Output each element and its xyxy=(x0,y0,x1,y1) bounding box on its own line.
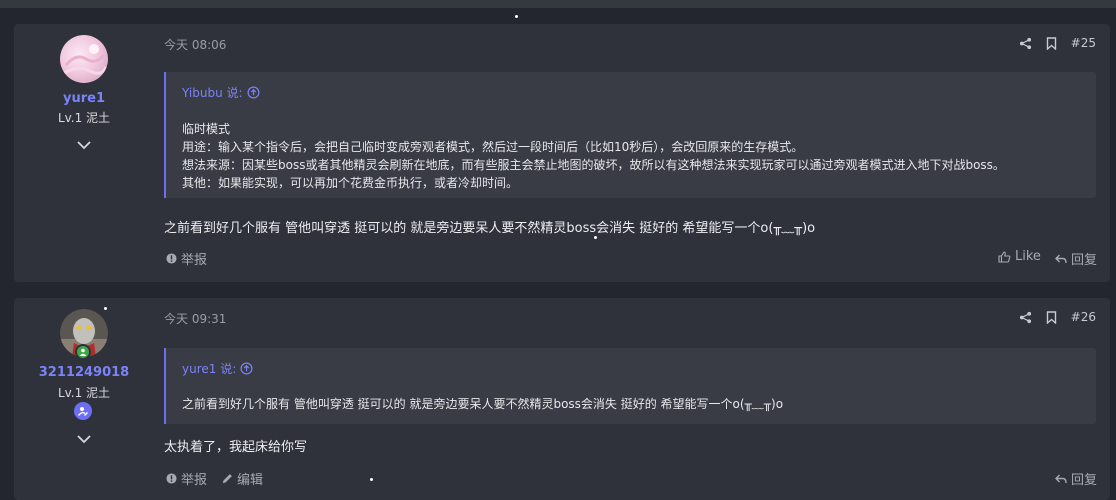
quote-header[interactable]: yure1 说: xyxy=(182,360,253,377)
bookmark-icon[interactable] xyxy=(1046,36,1057,50)
like-label: Like xyxy=(1015,249,1041,264)
post-card: yure1 Lv.1 泥土 今天 08:06 #25 Yibubu 说: 临时模… xyxy=(14,24,1110,282)
user-edit-badge-icon xyxy=(74,402,92,420)
quote-line: 想法来源：因某些boss或者其他精灵会刷新在地底，而有些服主会禁止地图的破坏，故… xyxy=(182,158,1005,172)
decor-dot xyxy=(594,236,597,239)
decor-dot xyxy=(370,478,373,481)
chevron-down-icon[interactable] xyxy=(76,434,92,444)
avatar[interactable] xyxy=(60,309,108,360)
reply-button[interactable]: 回复 xyxy=(1055,469,1097,488)
post-actions: #26 xyxy=(1019,310,1096,324)
report-label: 举报 xyxy=(181,473,208,488)
decor-dot xyxy=(515,15,518,18)
report-button[interactable]: 举报 xyxy=(166,469,207,488)
post-author-panel: 3211249018 Lv.1 泥土 xyxy=(14,298,154,500)
quote-author[interactable]: yure1 说: xyxy=(182,360,236,377)
edit-label: 编辑 xyxy=(237,473,264,488)
post-time[interactable]: 今天 09:31 xyxy=(164,310,226,327)
post-actions: #25 xyxy=(1019,36,1096,50)
post-card: 3211249018 Lv.1 泥土 今天 09:31 #26 yure1 说: xyxy=(14,298,1110,500)
user-icon xyxy=(79,348,87,356)
arrow-up-circle-icon[interactable] xyxy=(240,362,253,375)
reply-label: 回复 xyxy=(1071,253,1098,268)
post-content: 太执着了，我起床给你写 xyxy=(164,440,308,455)
post-number[interactable]: #25 xyxy=(1071,36,1096,50)
thumbs-up-icon xyxy=(998,250,1011,263)
pencil-icon xyxy=(222,474,232,484)
decor-dot xyxy=(104,307,107,310)
avatar[interactable] xyxy=(60,35,108,83)
post-time[interactable]: 今天 08:06 xyxy=(164,36,226,53)
reply-button[interactable]: 回复 xyxy=(1055,249,1097,268)
username[interactable]: 3211249018 xyxy=(14,365,154,380)
quote-line: 用途：输入某个指令后，会把自己临时变成旁观者模式，然后过一段时间后（比如10秒后… xyxy=(182,140,804,154)
reply-icon xyxy=(1055,254,1067,263)
post-author-panel: yure1 Lv.1 泥土 xyxy=(14,24,154,282)
online-badge xyxy=(75,344,91,360)
quote-author[interactable]: Yibubu 说: xyxy=(182,84,243,101)
bookmark-icon[interactable] xyxy=(1046,310,1057,324)
top-bar xyxy=(0,0,1116,8)
share-icon[interactable] xyxy=(1019,311,1032,324)
quote-line: 之前看到好几个服有 管他叫穿透 挺可以的 就是旁边要呆人要不然精灵boss会消失… xyxy=(182,397,784,411)
report-label: 举报 xyxy=(181,253,208,268)
quote-block: Yibubu 说: 临时模式 用途：输入某个指令后，会把自己临时变成旁观者模式，… xyxy=(164,72,1096,198)
user-level: Lv.1 泥土 xyxy=(57,386,111,400)
quote-block: yure1 说: 之前看到好几个服有 管他叫穿透 挺可以的 就是旁边要呆人要不然… xyxy=(164,348,1096,424)
chevron-down-icon[interactable] xyxy=(76,140,92,150)
post-number[interactable]: #26 xyxy=(1071,310,1096,324)
info-icon xyxy=(166,253,177,264)
quote-line: 其他：如果能实现，可以再加个花费金币执行，或者冷却时间。 xyxy=(182,176,519,190)
quote-header[interactable]: Yibubu 说: xyxy=(182,84,260,101)
reply-icon xyxy=(1055,474,1067,483)
arrow-up-circle-icon[interactable] xyxy=(247,86,260,99)
reply-label: 回复 xyxy=(1071,473,1098,488)
like-button[interactable]: Like xyxy=(998,249,1041,264)
username[interactable]: yure1 xyxy=(14,91,154,106)
edit-button[interactable]: 编辑 xyxy=(222,469,263,488)
post-content: 之前看到好几个服有 管他叫穿透 挺可以的 就是旁边要呆人要不然精灵boss会消失… xyxy=(164,221,816,236)
report-button[interactable]: 举报 xyxy=(166,249,207,268)
info-icon xyxy=(166,473,177,484)
quote-line: 临时模式 xyxy=(182,122,231,136)
quote-text: 之前看到好几个服有 管他叫穿透 挺可以的 就是旁边要呆人要不然精灵boss会消失… xyxy=(182,395,783,413)
share-icon[interactable] xyxy=(1019,37,1032,50)
user-level: Lv.1 泥土 xyxy=(57,111,111,125)
quote-text: 临时模式 用途：输入某个指令后，会把自己临时变成旁观者模式，然后过一段时间后（比… xyxy=(182,120,1005,192)
